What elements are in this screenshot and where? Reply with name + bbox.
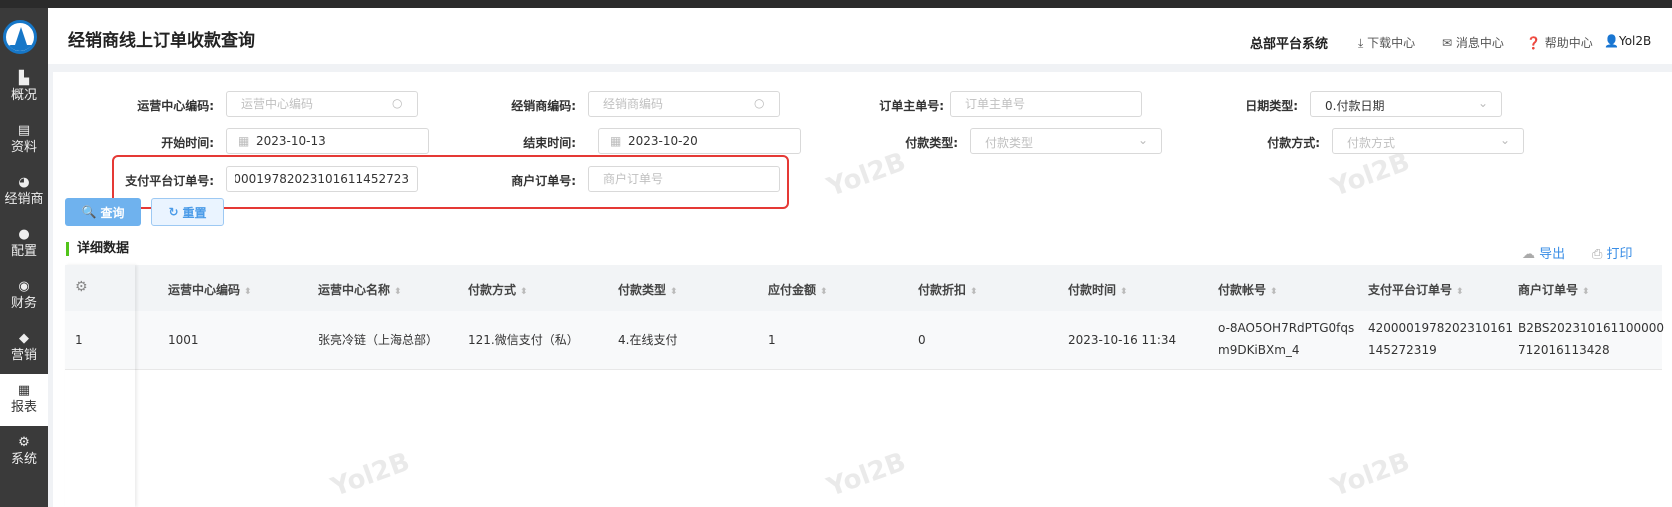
table-row[interactable]: 1 1001 张亮冷链（上海总部） 121.微信支付（私） 4.在线支付 1 0… xyxy=(65,311,1665,370)
query-button[interactable]: 🔍 查询 xyxy=(65,198,141,226)
col-discount[interactable]: 付款折扣 ⬍ xyxy=(918,281,978,298)
col-op-name[interactable]: 运营中心名称 ⬍ xyxy=(318,281,402,298)
chart-icon: ▦ xyxy=(17,383,31,398)
sidebar-item-marketing[interactable]: ◆ 营销 xyxy=(0,322,48,374)
sidebar: ▙ 概况 ▤ 资料 ◕ 经销商 ● 配置 ◉ 财务 ◆ 营销 ▦ 报表 ⚙ 系统 xyxy=(0,8,48,507)
user-icon: 👤 xyxy=(1604,34,1619,48)
config-icon: ● xyxy=(18,227,30,242)
cell-pay-type: 4.在线支付 xyxy=(618,333,678,347)
col-pay-type[interactable]: 付款类型 ⬍ xyxy=(618,281,678,298)
sort-icon: ⬍ xyxy=(670,287,678,297)
cell-merchant-line1: B2BS202310161100000 xyxy=(1518,321,1665,335)
app-logo[interactable] xyxy=(3,20,37,54)
col-merchant-order[interactable]: 商户订单号 ⬍ xyxy=(1518,281,1590,298)
sort-icon: ⬍ xyxy=(1270,287,1278,297)
chevron-down-icon: ⌄ xyxy=(1500,133,1511,147)
printer-icon: ⎙ xyxy=(1592,247,1603,262)
cell-account-line1: o-8AO5OH7RdPTG0fqs xyxy=(1218,321,1355,335)
window-top-bar xyxy=(0,0,1672,8)
export-button[interactable]: ☁ 导出 xyxy=(1522,243,1565,262)
order-no-label: 订单主单号: xyxy=(879,99,944,113)
page-title: 经销商线上订单收款查询 xyxy=(68,31,255,51)
reset-button[interactable]: ↻ 重置 xyxy=(151,198,224,226)
building-icon: ▙ xyxy=(19,71,29,86)
op-center-code-label: 运营中心编码: xyxy=(137,99,214,113)
download-center-link[interactable]: ⤓ 下载中心 xyxy=(1358,34,1415,51)
sort-icon: ⬍ xyxy=(244,287,252,297)
sort-icon: ⬍ xyxy=(1456,287,1464,297)
sidebar-item-report[interactable]: ▦ 报表 xyxy=(0,374,48,426)
col-op-code[interactable]: 运营中心编码 ⬍ xyxy=(168,281,252,298)
date-type-label: 日期类型: xyxy=(1245,99,1298,113)
sort-icon: ⬍ xyxy=(970,287,978,297)
finance-icon: ◉ xyxy=(18,279,30,294)
sort-icon: ⬍ xyxy=(820,287,828,297)
print-button[interactable]: ⎙ 打印 xyxy=(1592,243,1633,262)
sort-icon: ⬍ xyxy=(1582,287,1590,297)
col-platform-order[interactable]: 支付平台订单号 ⬍ xyxy=(1368,281,1464,298)
cell-platform-line2: 145272319 xyxy=(1368,343,1437,357)
gear-icon: ⚙ xyxy=(18,435,30,450)
order-no-input[interactable] xyxy=(950,91,1142,117)
col-pay-time[interactable]: 付款时间 ⬍ xyxy=(1068,281,1128,298)
cell-platform-line1: 4200001978202310161 xyxy=(1368,321,1514,335)
fixed-column-shadow xyxy=(65,265,135,507)
document-icon: ▤ xyxy=(17,123,31,138)
sidebar-item-config[interactable]: ● 配置 xyxy=(0,218,48,270)
chevron-down-icon: ⌄ xyxy=(1138,133,1149,147)
chevron-down-icon: ⌄ xyxy=(1478,96,1489,110)
sidebar-item-dealer[interactable]: ◕ 经销商 xyxy=(0,166,48,218)
section-title: 详细数据 xyxy=(66,242,129,256)
end-time-value: 2023-10-20 xyxy=(628,134,698,148)
cell-amount: 1 xyxy=(768,333,776,347)
date-type-value: 0.付款日期 xyxy=(1325,99,1385,113)
cell-account-line2: m9DKiBXm_4 xyxy=(1218,343,1300,357)
op-center-code-input[interactable] xyxy=(226,91,418,117)
sidebar-item-overview[interactable]: ▙ 概况 xyxy=(0,62,48,114)
pay-method-label: 付款方式: xyxy=(1267,136,1320,150)
user-menu[interactable]: 👤Yol2B xyxy=(1604,34,1651,48)
calendar-icon: ▦ xyxy=(610,134,622,148)
table-header: ⚙ 运营中心编码 ⬍ 运营中心名称 ⬍ 付款方式 ⬍ 付款类型 ⬍ 应付金额 ⬍ 付款折扣… xyxy=(65,265,1662,311)
mail-icon: ✉ xyxy=(1442,36,1453,50)
end-time-label: 结束时间: xyxy=(523,136,576,150)
sidebar-item-data[interactable]: ▤ 资料 xyxy=(0,114,48,166)
start-time-value: 2023-10-13 xyxy=(256,134,326,148)
message-center-link[interactable]: ✉ 消息中心 xyxy=(1442,34,1504,51)
cell-op-code: 1001 xyxy=(168,333,199,347)
sort-icon: ⬍ xyxy=(394,287,402,297)
col-pay-method[interactable]: 付款方式 ⬍ xyxy=(468,281,528,298)
pay-type-label: 付款类型: xyxy=(905,136,958,150)
system-name: 总部平台系统 xyxy=(1250,37,1329,52)
sort-icon: ⬍ xyxy=(520,287,528,297)
sort-icon: ⬍ xyxy=(1120,287,1128,297)
cell-pay-method: 121.微信支付（私） xyxy=(468,333,579,347)
search-icon: 🔍 xyxy=(81,205,97,219)
col-account[interactable]: 付款帐号 ⬍ xyxy=(1218,281,1278,298)
cell-pay-time: 2023-10-16 11:34 xyxy=(1068,333,1177,347)
col-amount[interactable]: 应付金额 ⬍ xyxy=(768,281,828,298)
search-icon[interactable]: ○ xyxy=(392,96,402,110)
dealer-code-input[interactable] xyxy=(588,91,780,117)
dealer-code-label: 经销商编码: xyxy=(511,99,576,113)
calendar-icon: ▦ xyxy=(238,134,250,148)
cell-discount: 0 xyxy=(918,333,926,347)
pay-method-placeholder: 付款方式 xyxy=(1347,136,1396,150)
refresh-icon: ↻ xyxy=(168,205,179,219)
sidebar-item-system[interactable]: ⚙ 系统 xyxy=(0,426,48,478)
help-icon: ❓ xyxy=(1526,36,1541,50)
cell-merchant-line2: 712016113428 xyxy=(1518,343,1610,357)
sidebar-item-finance[interactable]: ◉ 财务 xyxy=(0,270,48,322)
help-center-link[interactable]: ❓ 帮助中心 xyxy=(1526,34,1593,51)
dealer-icon: ◕ xyxy=(18,175,30,190)
start-time-label: 开始时间: xyxy=(161,136,214,150)
cell-op-name: 张亮冷链（上海总部） xyxy=(318,333,439,347)
pay-type-placeholder: 付款类型 xyxy=(985,136,1034,150)
top-header xyxy=(48,8,1672,64)
cloud-download-icon: ☁ xyxy=(1522,247,1535,262)
search-icon[interactable]: ○ xyxy=(754,96,764,110)
tag-icon: ◆ xyxy=(19,331,29,346)
download-icon: ⤓ xyxy=(1358,36,1364,50)
